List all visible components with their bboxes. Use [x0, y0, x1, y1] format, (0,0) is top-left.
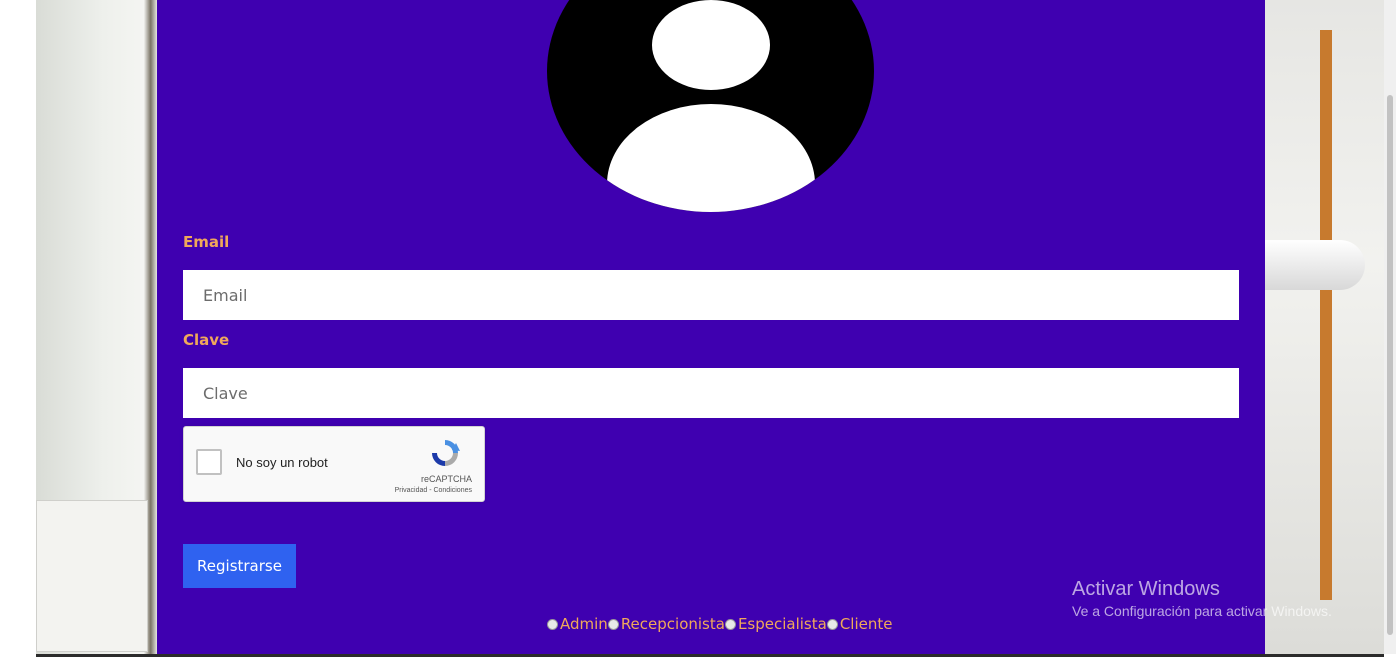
windows-activation-watermark: Activar Windows Ve a Configuración para … [1072, 578, 1332, 619]
watermark-title: Activar Windows [1072, 578, 1220, 600]
recaptcha-label: No soy un robot [236, 455, 328, 470]
recaptcha-logo-icon [432, 440, 460, 466]
role-label-cliente: Cliente [839, 615, 893, 633]
scrollbar-thumb[interactable] [1387, 95, 1393, 635]
role-option-recepcionista[interactable]: Recepcionista [607, 615, 725, 633]
background-switch-panel [36, 500, 148, 652]
email-label: Email [183, 233, 230, 251]
role-label-especialista: Especialista [737, 615, 827, 633]
role-option-cliente[interactable]: Cliente [826, 615, 893, 633]
recaptcha-terms-link[interactable]: Privacidad - Condiciones [395, 487, 472, 494]
role-option-especialista[interactable]: Especialista [724, 615, 827, 633]
recaptcha-brand: reCAPTCHA [420, 474, 472, 484]
radio-cliente[interactable] [826, 618, 838, 630]
avatar-head [652, 0, 770, 90]
radio-especialista[interactable] [724, 618, 736, 630]
page-scrollbar[interactable] [1384, 0, 1396, 654]
role-option-admin[interactable]: Admin [547, 615, 608, 633]
recaptcha-checkbox[interactable] [196, 449, 222, 475]
password-label: Clave [183, 331, 230, 349]
background-handle [1265, 240, 1365, 290]
role-label-admin: Admin [560, 615, 608, 633]
role-radio-group: Admin Recepcionista Especialista Cliente [547, 615, 892, 633]
password-field[interactable] [183, 368, 1239, 418]
role-label-recepcionista: Recepcionista [620, 615, 725, 633]
email-field[interactable] [183, 270, 1239, 320]
login-card: Email Clave No soy un robot reCAPTCHA Pr… [157, 0, 1265, 654]
radio-admin[interactable] [547, 618, 558, 630]
radio-recepcionista[interactable] [607, 618, 619, 630]
background-photo-right [1265, 0, 1384, 654]
register-button[interactable]: Registrarse [183, 544, 296, 588]
background-door-frame [1320, 30, 1332, 600]
watermark-subtitle: Ve a Configuración para activar Windows. [1072, 603, 1332, 619]
recaptcha-widget: No soy un robot reCAPTCHA Privacidad - C… [183, 426, 485, 502]
avatar-body [607, 104, 815, 212]
user-avatar-icon [547, 0, 874, 212]
bottom-border [36, 654, 1384, 657]
